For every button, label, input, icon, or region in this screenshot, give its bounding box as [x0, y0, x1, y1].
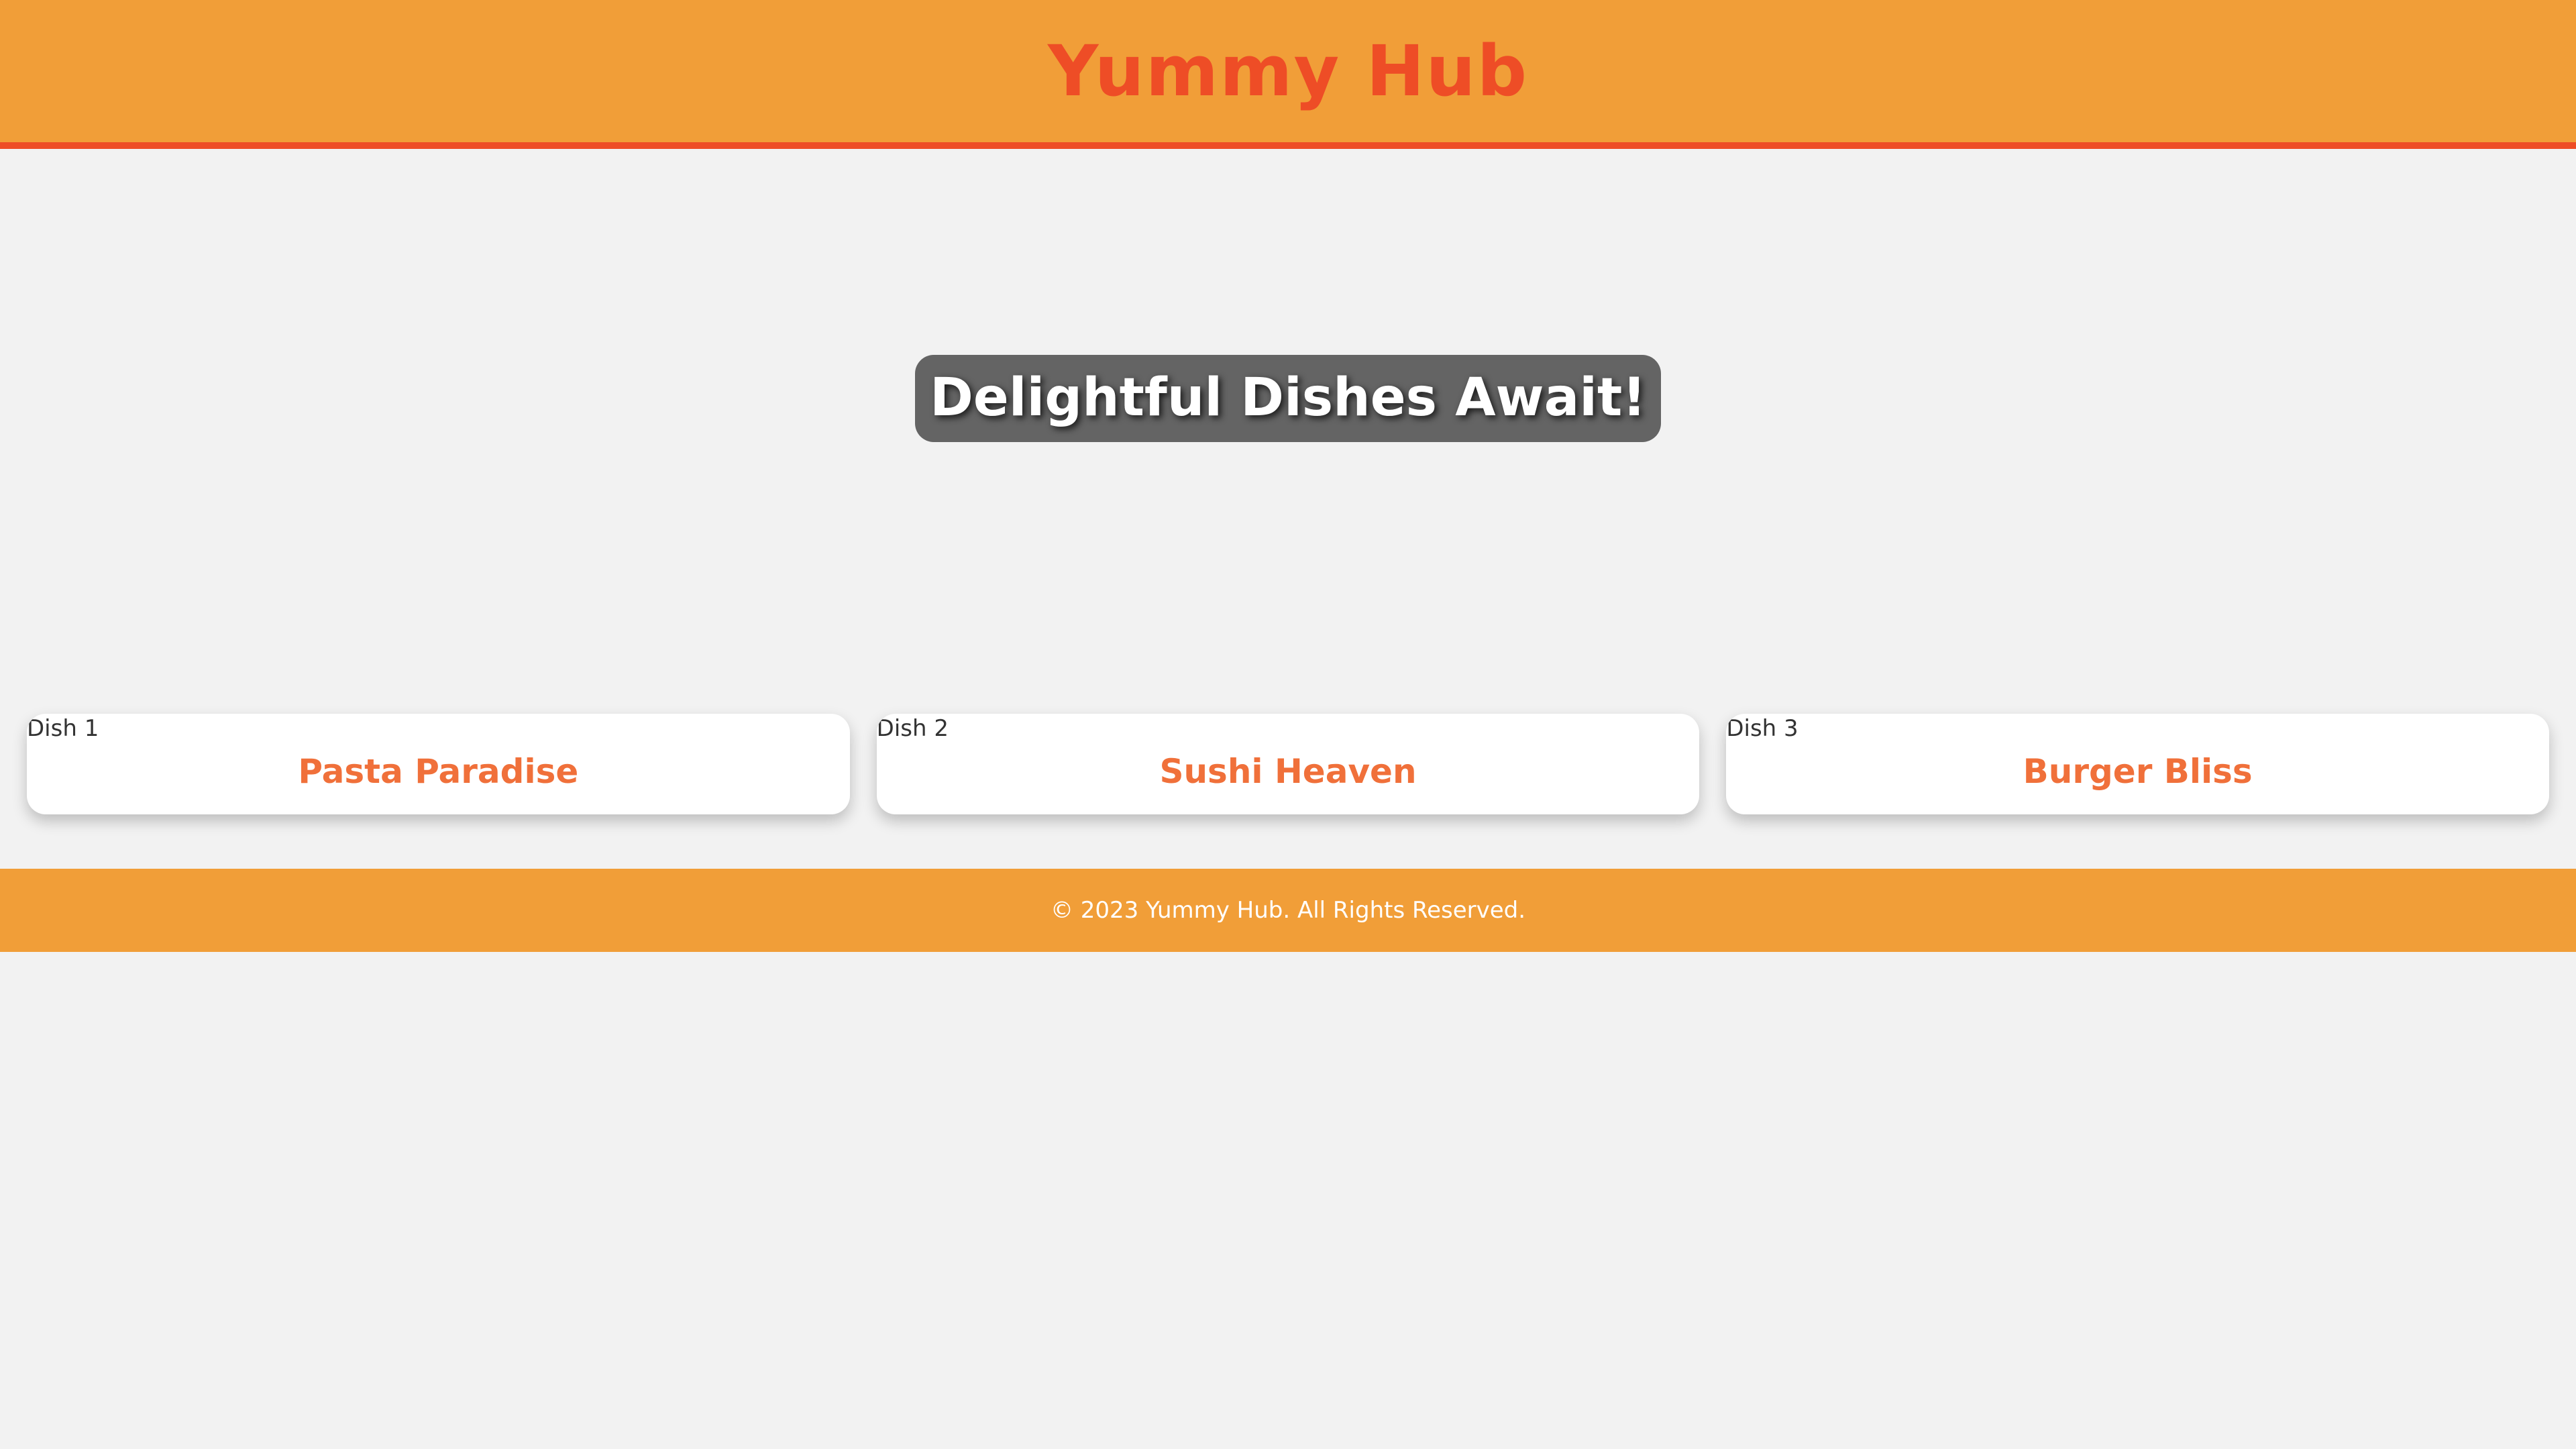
dish-image-alt-3: Dish 3 [1726, 715, 1799, 742]
dish-title-1: Pasta Paradise [298, 752, 579, 791]
footer-copyright: © 2023 Yummy Hub. All Rights Reserved. [1050, 897, 1526, 924]
site-footer: © 2023 Yummy Hub. All Rights Reserved. [0, 869, 2576, 952]
site-title: Yummy Hub [1047, 30, 1529, 112]
dish-cards: Dish 1 Pasta Paradise Dish 2 Sushi Heave… [27, 714, 2550, 814]
dish-card-3[interactable]: Dish 3 Burger Bliss [1726, 714, 2550, 814]
dish-card-1[interactable]: Dish 1 Pasta Paradise [27, 714, 850, 814]
dish-image-2: Dish 2 [877, 714, 1700, 743]
dish-image-1: Dish 1 [27, 714, 850, 743]
dish-title-2: Sushi Heaven [1159, 752, 1417, 791]
hero-title: Delightful Dishes Await! [915, 355, 1661, 442]
dish-title-3: Burger Bliss [2023, 752, 2253, 791]
dish-image-3: Dish 3 [1726, 714, 2549, 743]
dish-image-alt-1: Dish 1 [27, 715, 99, 742]
hero-section: Delightful Dishes Await! [0, 149, 2576, 691]
dish-card-2[interactable]: Dish 2 Sushi Heaven [876, 714, 1700, 814]
site-header: Yummy Hub [0, 0, 2576, 149]
dish-image-alt-2: Dish 2 [876, 715, 949, 742]
